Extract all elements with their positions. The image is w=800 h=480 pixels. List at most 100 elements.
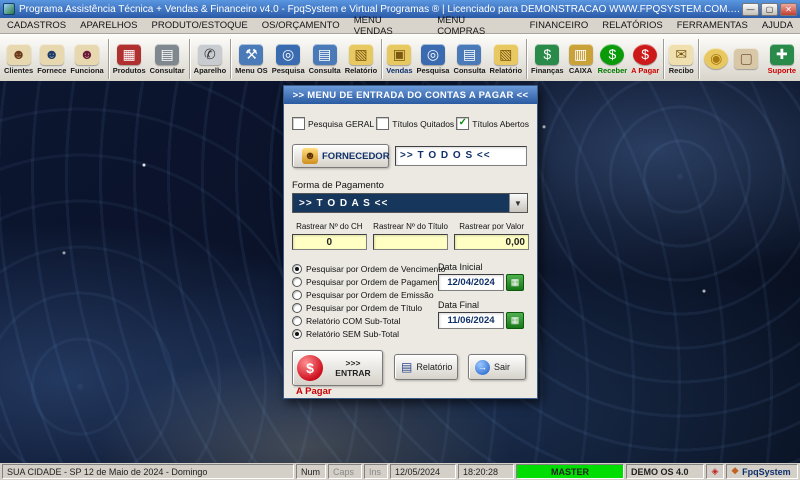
status-location-date: SUA CIDADE - SP 12 de Maio de 2024 - Dom… — [2, 464, 294, 479]
toolbar-relatorio-os-button[interactable]: ▧ Relatório — [343, 35, 380, 83]
toolbar-consultar-button[interactable]: ▤ Consultar — [148, 35, 187, 83]
toolbar-pesquisa-os-button[interactable]: ◎ Pesquisa — [270, 35, 307, 83]
ordem-vencimento-radio-dot[interactable] — [292, 263, 302, 274]
caixa-label: CAIXA — [568, 65, 593, 75]
relatorio-button[interactable]: ▤ Relatório — [394, 354, 458, 380]
menu-item-ajuda[interactable]: AJUDA — [755, 20, 800, 31]
rastrear-por-valor-input[interactable]: 0,00 — [454, 234, 529, 250]
toolbar-consulta-os-button[interactable]: ▤ Consulta — [307, 35, 343, 83]
data-inicial-calendar-icon[interactable]: ▦ — [506, 274, 524, 291]
data-final-label: Data Final — [438, 300, 480, 310]
toolbar-moeda-button[interactable]: ◉ — [701, 35, 731, 83]
ordem-pagamento-radio-dot[interactable] — [292, 276, 302, 287]
menu-item-produto-estoque[interactable]: PRODUTO/ESTOQUE — [145, 20, 255, 31]
checkbox-titulos-abertos[interactable]: ✓ Títulos Abertos — [456, 117, 529, 130]
relatorio-sem-subtotal-radio-dot[interactable] — [292, 328, 302, 339]
caps-lock-text: Caps — [333, 466, 355, 477]
toolbar-recibo-button[interactable]: ✉ Recibo — [666, 35, 696, 83]
menubar: CADASTROS APARELHOS PRODUTO/ESTOQUE OS/ORÇA… — [0, 15, 800, 37]
fornecedor-value-input[interactable]: >> T O D O S << — [395, 146, 527, 166]
checkbox-titulos-quitados[interactable]: Títulos Quitados — [376, 117, 454, 130]
radio-ordem-pagamento[interactable]: Pesquisar por Ordem de Pagamento — [292, 275, 445, 288]
a-pagar-dollar-icon: $ — [297, 355, 323, 381]
contas-a-pagar-dialog: >> MENU DE ENTRADA DO CONTAS A PAGAR << … — [283, 85, 538, 399]
toolbar-funciona-button[interactable]: ☻ Funciona — [68, 35, 105, 83]
a-pagar-icon: $ — [633, 43, 658, 65]
menu-item-cadastros[interactable]: CADASTROS — [0, 20, 73, 31]
menu-item-os-orcamento[interactable]: OS/ORÇAMENTO — [255, 20, 347, 31]
rastrear-por-valor-field: Rastrear por Valor 0,00 — [454, 222, 529, 250]
pesquisa-os-icon: ◎ — [276, 43, 301, 65]
minimize-button[interactable]: — — [742, 2, 759, 16]
toolbar-clientes-button[interactable]: ☻ Clientes — [2, 35, 35, 83]
insert-text: Ins — [369, 466, 382, 477]
toolbar-fornece-button[interactable]: ☻ Fornece — [35, 35, 68, 83]
toolbar-relatorio-vendas-button[interactable]: ▧ Relatório — [488, 35, 525, 83]
consultar-label: Consultar — [149, 65, 185, 75]
aparelho-icon: ✆ — [197, 43, 222, 65]
brand-icon: ❖ — [731, 466, 740, 476]
status-brand: ❖ FpqSystem — [726, 464, 798, 479]
relatorio-com-subtotal-radio-dot[interactable] — [292, 315, 302, 326]
suporte-label: Suporte — [767, 65, 796, 75]
toolbar-separator — [663, 39, 665, 79]
toolbar-receber-button[interactable]: $ Receber — [596, 35, 630, 83]
toolbar-separator — [698, 39, 700, 79]
vendas-label: Vendas — [386, 65, 413, 75]
titulos-quitados-checkbox-box[interactable] — [376, 117, 390, 130]
toolbar-caixa-button[interactable]: ▥ CAIXA — [566, 35, 596, 83]
toolbar-pesquisa-vendas-button[interactable]: ◎ Pesquisa — [415, 35, 452, 83]
consulta-vendas-icon: ▤ — [457, 43, 482, 65]
data-inicial-input[interactable]: 12/04/2024 — [438, 274, 504, 291]
radio-ordem-emissao[interactable]: Pesquisar por Ordem de Emissão — [292, 288, 445, 301]
menu-item-financeiro[interactable]: FINANCEIRO — [523, 20, 596, 31]
toolbar-menu-os-button[interactable]: ⚒ Menu OS — [233, 35, 270, 83]
toolbar-a-pagar-button[interactable]: $ A Pagar — [629, 35, 661, 83]
toolbar-pacote-button[interactable]: ▢ — [731, 35, 761, 83]
titulos-abertos-checkbox-box[interactable]: ✓ — [456, 117, 470, 130]
pesquisa-geral-checkbox-box[interactable] — [292, 117, 305, 130]
close-button[interactable]: ✕ — [780, 2, 797, 16]
rastrear-num-ch-input[interactable]: 0 — [292, 234, 367, 250]
radio-relatorio-com-subtotal[interactable]: Relatório COM Sub-Total — [292, 314, 445, 327]
menu-item-relatorios[interactable]: RELATÓRIOS — [595, 20, 670, 31]
window-title: Programa Assistência Técnica + Vendas & … — [19, 3, 742, 15]
rastrear-num-titulo-input[interactable] — [373, 234, 448, 250]
forma-pagamento-select[interactable]: >> T O D A S << ▼ — [292, 193, 528, 213]
data-final-calendar-icon[interactable]: ▦ — [506, 312, 524, 329]
rastrear-num-ch-label: Rastrear Nº do CH — [296, 222, 363, 231]
toolbar-vendas-button[interactable]: ▣ Vendas — [384, 35, 414, 83]
toolbar-produtos-button[interactable]: ▦ Produtos — [111, 35, 148, 83]
forma-pagamento-label: Forma de Pagamento — [292, 180, 384, 191]
toolbar-suporte-button[interactable]: ✚ Suporte — [766, 35, 798, 83]
checkbox-pesquisa-geral[interactable]: Pesquisa GERAL — [292, 117, 374, 130]
toolbar-aparelho-button[interactable]: ✆ Aparelho — [192, 35, 229, 83]
ordem-emissao-radio-dot[interactable] — [292, 289, 302, 300]
sair-button[interactable]: → Sair — [468, 354, 526, 380]
financas-icon: $ — [535, 43, 560, 65]
toolbar-separator — [381, 39, 383, 79]
ordem-titulo-radio-dot[interactable] — [292, 302, 302, 313]
produtos-icon: ▦ — [117, 43, 142, 65]
menu-item-ferramentas[interactable]: FERRAMENTAS — [670, 20, 755, 31]
menu-item-menu-compras[interactable]: MENU COMPRAS — [430, 15, 522, 37]
status-status-icon: ◈ — [706, 464, 724, 479]
status-icon-text: ◈ — [711, 466, 719, 476]
entrar-button-label: >>> ENTRAR — [335, 358, 371, 378]
chevron-down-icon[interactable]: ▼ — [509, 194, 527, 212]
radio-relatorio-sem-subtotal[interactable]: Relatório SEM Sub-Total — [292, 327, 445, 340]
toolbar-consulta-vendas-button[interactable]: ▤ Consulta — [451, 35, 487, 83]
menu-item-menu-vendas[interactable]: MENU VENDAS — [347, 15, 430, 37]
date-text: 12/05/2024 — [395, 466, 441, 477]
toolbar-financas-button[interactable]: $ Finanças — [529, 35, 566, 83]
menu-item-aparelhos[interactable]: APARELHOS — [73, 20, 144, 31]
fornecedor-button[interactable]: ☻ FORNECEDOR — [292, 144, 390, 168]
sair-button-label: Sair — [494, 362, 511, 372]
radio-ordem-vencimento[interactable]: Pesquisar por Ordem de Vencimento — [292, 262, 445, 275]
radio-ordem-titulo[interactable]: Pesquisar por Ordem de Título — [292, 301, 445, 314]
relatorio-button-label: Relatório — [416, 362, 453, 372]
maximize-button[interactable]: ▢ — [761, 2, 778, 16]
entrar-button[interactable]: $ >>> ENTRAR — [292, 350, 383, 386]
data-final-input[interactable]: 11/06/2024 — [438, 312, 504, 329]
data-final-row: 11/06/2024 ▦ — [438, 312, 530, 329]
